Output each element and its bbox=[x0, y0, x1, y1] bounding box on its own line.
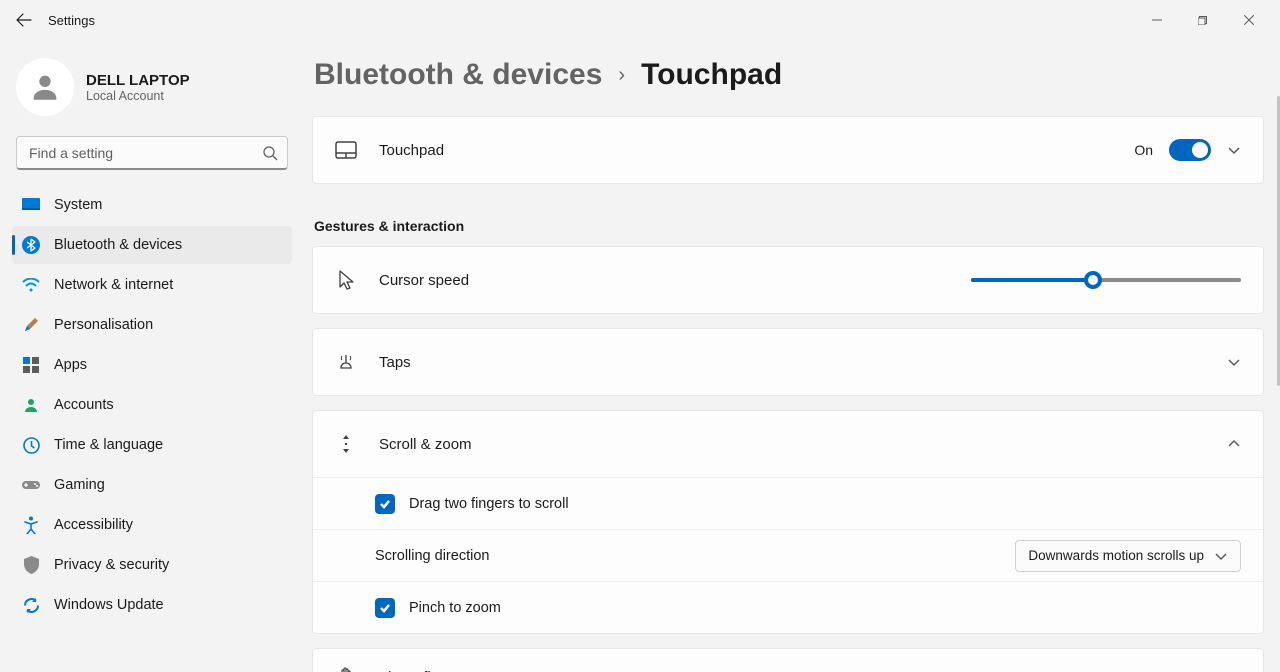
breadcrumb: Bluetooth & devices › Touchpad bbox=[314, 58, 1264, 92]
close-button[interactable] bbox=[1226, 4, 1272, 36]
nav: System Bluetooth & devices Network & int… bbox=[12, 186, 292, 624]
maximize-button[interactable] bbox=[1180, 4, 1226, 36]
scrolling-direction-row: Scrolling direction Downwards motion scr… bbox=[313, 529, 1263, 581]
check-icon bbox=[379, 602, 391, 614]
search-icon bbox=[262, 145, 278, 161]
accounts-icon bbox=[22, 396, 40, 414]
nav-label: Privacy & security bbox=[54, 557, 169, 573]
pinch-to-zoom-row[interactable]: Pinch to zoom bbox=[313, 581, 1263, 633]
touchpad-card[interactable]: Touchpad On bbox=[312, 116, 1264, 184]
clock-icon bbox=[22, 436, 40, 454]
scroll-icon bbox=[335, 433, 357, 455]
apps-icon bbox=[22, 356, 40, 374]
nav-label: Accessibility bbox=[54, 517, 133, 533]
nav-label: Accounts bbox=[54, 397, 114, 413]
account-block[interactable]: DELL LAPTOP Local Account bbox=[12, 52, 292, 132]
titlebar: Settings bbox=[0, 0, 1280, 40]
scroll-zoom-label: Scroll & zoom bbox=[379, 436, 1227, 453]
nav-apps[interactable]: Apps bbox=[12, 346, 292, 384]
cursor-speed-slider[interactable] bbox=[971, 278, 1241, 282]
pinch-to-zoom-label: Pinch to zoom bbox=[409, 600, 501, 616]
scrolling-direction-value: Downwards motion scrolls up bbox=[1028, 548, 1204, 563]
nav-label: Network & internet bbox=[54, 277, 173, 293]
taps-label: Taps bbox=[379, 354, 1227, 371]
cursor-icon bbox=[335, 269, 357, 291]
nav-accounts[interactable]: Accounts bbox=[12, 386, 292, 424]
nav-label: Bluetooth & devices bbox=[54, 237, 182, 253]
shield-icon bbox=[22, 556, 40, 574]
wifi-icon bbox=[22, 276, 40, 294]
back-arrow-icon bbox=[16, 12, 32, 28]
maximize-icon bbox=[1198, 15, 1208, 25]
cursor-speed-card: Cursor speed bbox=[312, 246, 1264, 314]
account-name: DELL LAPTOP bbox=[86, 72, 190, 89]
hand-icon bbox=[335, 666, 357, 672]
scroll-zoom-header[interactable]: Scroll & zoom bbox=[313, 411, 1263, 477]
account-subtitle: Local Account bbox=[86, 89, 190, 103]
chevron-right-icon: › bbox=[618, 64, 625, 87]
back-button[interactable] bbox=[8, 4, 40, 36]
touchpad-icon bbox=[335, 139, 357, 161]
nav-network[interactable]: Network & internet bbox=[12, 266, 292, 304]
drag-two-fingers-row[interactable]: Drag two fingers to scroll bbox=[313, 477, 1263, 529]
tap-icon bbox=[335, 351, 357, 373]
search-wrap bbox=[16, 136, 288, 170]
update-icon bbox=[22, 596, 40, 614]
breadcrumb-current: Touchpad bbox=[641, 58, 782, 92]
three-finger-card[interactable]: Three-finger gestures bbox=[312, 648, 1264, 672]
drag-two-fingers-checkbox[interactable] bbox=[375, 494, 395, 514]
cursor-speed-label: Cursor speed bbox=[379, 272, 971, 289]
chevron-up-icon bbox=[1227, 437, 1241, 451]
toggle-state-label: On bbox=[1134, 142, 1153, 158]
system-icon bbox=[22, 196, 40, 214]
nav-accessibility[interactable]: Accessibility bbox=[12, 506, 292, 544]
scrolling-direction-select[interactable]: Downwards motion scrolls up bbox=[1015, 540, 1241, 572]
breadcrumb-parent[interactable]: Bluetooth & devices bbox=[314, 58, 602, 92]
nav-label: Time & language bbox=[54, 437, 163, 453]
nav-system[interactable]: System bbox=[12, 186, 292, 224]
brush-icon bbox=[22, 316, 40, 334]
nav-label: Apps bbox=[54, 357, 87, 373]
bluetooth-icon bbox=[22, 236, 40, 254]
nav-gaming[interactable]: Gaming bbox=[12, 466, 292, 504]
search-input[interactable] bbox=[16, 136, 288, 170]
sidebar: DELL LAPTOP Local Account System Bluetoo… bbox=[0, 40, 300, 672]
main: Bluetooth & devices › Touchpad Touchpad … bbox=[300, 40, 1280, 672]
nav-privacy[interactable]: Privacy & security bbox=[12, 546, 292, 584]
window-title: Settings bbox=[48, 13, 95, 28]
drag-two-fingers-label: Drag two fingers to scroll bbox=[409, 496, 569, 512]
nav-personalisation[interactable]: Personalisation bbox=[12, 306, 292, 344]
pinch-to-zoom-checkbox[interactable] bbox=[375, 598, 395, 618]
gaming-icon bbox=[22, 476, 40, 494]
person-icon bbox=[28, 70, 62, 104]
three-finger-label: Three-finger gestures bbox=[379, 669, 1227, 672]
nav-label: Personalisation bbox=[54, 317, 153, 333]
scroll-zoom-card: Scroll & zoom Drag two fingers to scroll… bbox=[312, 410, 1264, 634]
nav-bluetooth[interactable]: Bluetooth & devices bbox=[12, 226, 292, 264]
close-icon bbox=[1244, 15, 1254, 25]
minimize-icon bbox=[1152, 15, 1162, 25]
nav-update[interactable]: Windows Update bbox=[12, 586, 292, 624]
nav-label: Windows Update bbox=[54, 597, 164, 613]
window-controls bbox=[1134, 4, 1272, 36]
gestures-section-title: Gestures & interaction bbox=[314, 218, 1264, 234]
taps-card[interactable]: Taps bbox=[312, 328, 1264, 396]
check-icon bbox=[379, 498, 391, 510]
scrolling-direction-label: Scrolling direction bbox=[375, 548, 489, 564]
avatar bbox=[16, 58, 74, 116]
chevron-down-icon bbox=[1214, 549, 1228, 563]
minimize-button[interactable] bbox=[1134, 4, 1180, 36]
touchpad-toggle[interactable] bbox=[1169, 139, 1211, 161]
nav-label: Gaming bbox=[54, 477, 105, 493]
touchpad-label: Touchpad bbox=[379, 142, 1134, 159]
nav-label: System bbox=[54, 197, 102, 213]
nav-time[interactable]: Time & language bbox=[12, 426, 292, 464]
chevron-down-icon bbox=[1227, 355, 1241, 369]
chevron-down-icon bbox=[1227, 143, 1241, 157]
accessibility-icon bbox=[22, 516, 40, 534]
